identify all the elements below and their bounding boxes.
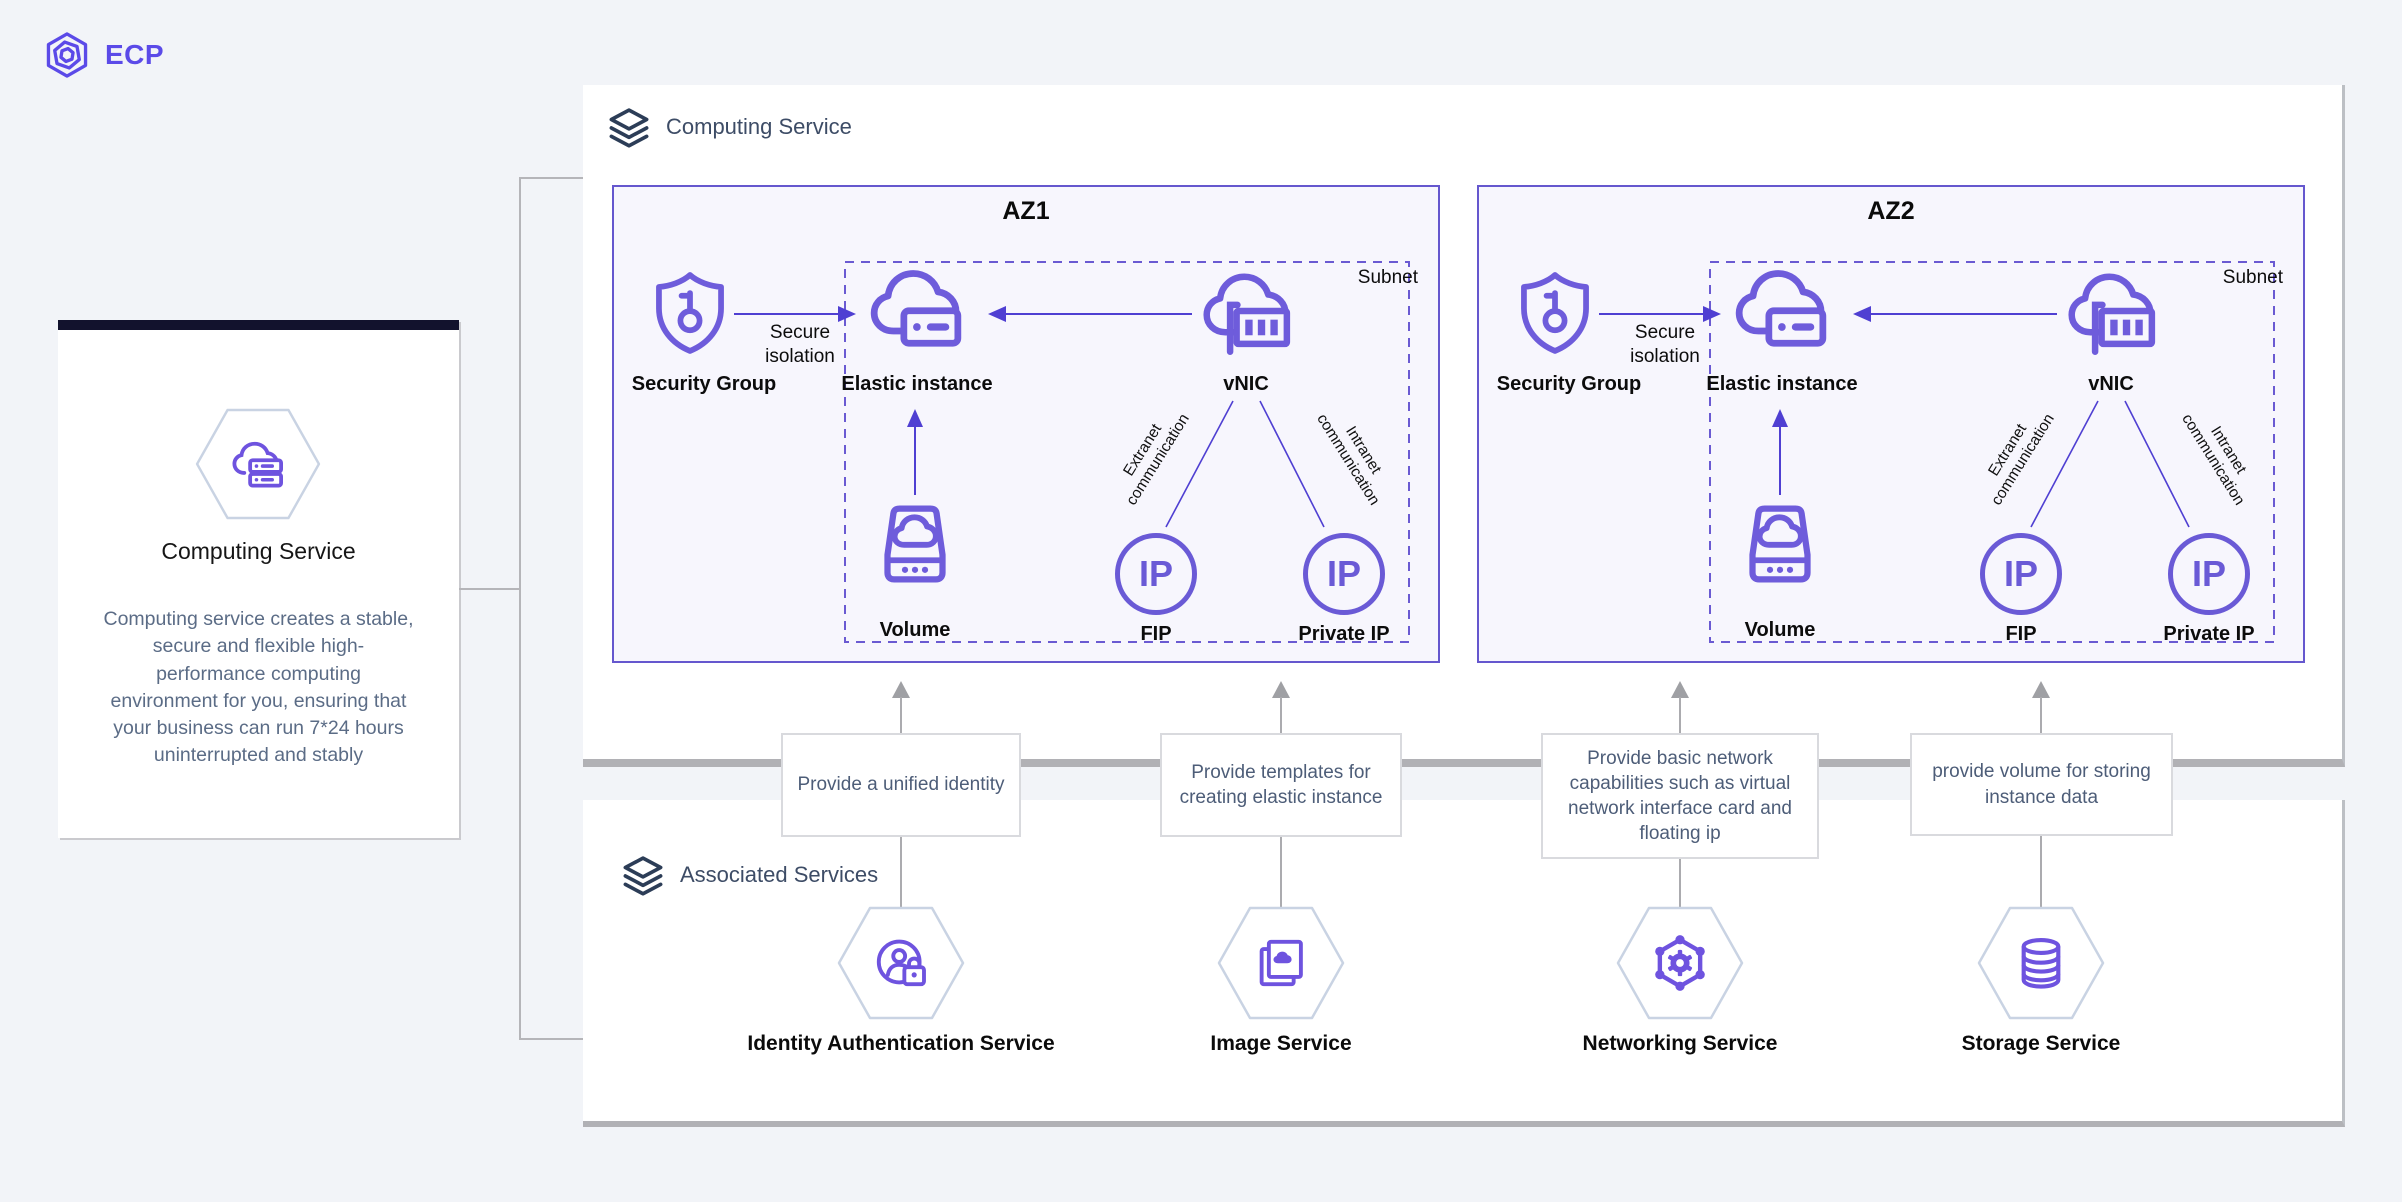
callout-volume-storage: provide volume for storing instance data xyxy=(1910,733,2173,836)
associated-section-title: Associated Services xyxy=(680,862,878,888)
volume-label: Volume xyxy=(1690,619,1870,642)
private-ip-text: IP xyxy=(1327,553,1361,595)
vnic-icon xyxy=(2072,277,2152,352)
bracket-top-stub xyxy=(519,177,584,179)
private-ip-label: Private IP xyxy=(1254,623,1434,646)
connector-line xyxy=(2040,836,2042,908)
arrowhead-right xyxy=(838,306,856,322)
brand-name: ECP xyxy=(105,39,164,71)
connector-line xyxy=(900,697,902,733)
up-arrowhead xyxy=(2032,681,2050,698)
networking-service-label: Networking Service xyxy=(1510,1032,1850,1056)
brand-logo: ECP xyxy=(42,30,164,80)
security-group-label: Security Group xyxy=(614,373,794,396)
up-arrowhead xyxy=(1671,681,1689,698)
security-group-icon xyxy=(659,275,721,351)
callout-image-templates: Provide templates for creating elastic i… xyxy=(1160,733,1402,837)
arrowhead-left xyxy=(1853,306,1871,322)
fip-ip-badge: IP xyxy=(1115,533,1197,615)
fip-label: FIP xyxy=(1941,623,2101,646)
service-networking: Networking Service xyxy=(1510,906,1850,1056)
elastic-instance-label: Elastic instance xyxy=(807,373,1027,396)
architecture-diagram: ECP Computing Service Computing service … xyxy=(0,0,2402,1202)
bracket-vertical-line xyxy=(519,177,521,1040)
identity-service-hexagon xyxy=(837,906,965,1020)
layers-icon xyxy=(606,104,652,150)
connector-line xyxy=(1679,859,1681,908)
image-service-hexagon xyxy=(1217,906,1345,1020)
private-ip-badge: IP xyxy=(2168,533,2250,615)
volume-icon xyxy=(888,509,943,580)
card-connector-line xyxy=(459,588,519,590)
vnic-label: vNIC xyxy=(2011,373,2211,396)
computing-service-hexagon xyxy=(195,408,321,520)
fip-ip-text: IP xyxy=(2004,553,2038,595)
networking-service-hexagon xyxy=(1616,906,1744,1020)
card-title: Computing Service xyxy=(58,538,459,565)
vnic-label: vNIC xyxy=(1146,373,1346,396)
az2-box: AZ2 Subnet Secure isolation Security Gro… xyxy=(1477,185,2305,663)
hex-spiral-logo-icon xyxy=(42,30,92,80)
fip-ip-text: IP xyxy=(1139,553,1173,595)
fip-ip-badge: IP xyxy=(1980,533,2062,615)
up-arrowhead xyxy=(892,681,910,698)
card-description: Computing service creates a stable, secu… xyxy=(100,606,417,770)
elastic-instance-icon xyxy=(874,273,958,343)
elastic-instance-icon xyxy=(1739,273,1823,343)
bracket-bottom-stub xyxy=(519,1038,584,1040)
elastic-instance-label: Elastic instance xyxy=(1672,373,1892,396)
up-arrowhead xyxy=(1272,681,1290,698)
arrowhead-left xyxy=(988,306,1006,322)
callout-network-capabilities: Provide basic network capabilities such … xyxy=(1541,733,1819,859)
identity-service-label: Identity Authentication Service xyxy=(731,1032,1071,1056)
volume-icon xyxy=(1753,509,1808,580)
subnet-label: Subnet xyxy=(1308,266,1418,290)
service-identity-authentication: Identity Authentication Service xyxy=(731,906,1071,1056)
security-group-icon xyxy=(1524,275,1586,351)
associated-section-header: Associated Services xyxy=(620,852,878,898)
storage-service-label: Storage Service xyxy=(1871,1032,2211,1056)
computing-service-card: Computing Service Computing service crea… xyxy=(58,320,459,838)
computing-section-header: Computing Service xyxy=(606,104,852,150)
image-service-label: Image Service xyxy=(1111,1032,1451,1056)
secure-isolation-label: Secure isolation xyxy=(742,321,858,369)
volume-label: Volume xyxy=(825,619,1005,642)
service-storage: Storage Service xyxy=(1871,906,2211,1056)
storage-service-hexagon xyxy=(1977,906,2105,1020)
private-ip-badge: IP xyxy=(1303,533,1385,615)
subnet-label: Subnet xyxy=(2173,266,2283,290)
connector-line xyxy=(1280,697,1282,733)
arrowhead-up xyxy=(1772,409,1788,427)
private-ip-label: Private IP xyxy=(2119,623,2299,646)
callout-unified-identity: Provide a unified identity xyxy=(781,733,1021,837)
connector-line xyxy=(1679,697,1681,733)
connector-line xyxy=(1280,837,1282,908)
computing-section-title: Computing Service xyxy=(666,114,852,140)
az1-box: AZ1 Subnet Secure isolation Security Gro… xyxy=(612,185,1440,663)
fip-label: FIP xyxy=(1076,623,1236,646)
connector-line xyxy=(2040,697,2042,733)
connector-line xyxy=(900,837,902,908)
layers-icon xyxy=(620,852,666,898)
arrowhead-up xyxy=(907,409,923,427)
arrowhead-right xyxy=(1703,306,1721,322)
private-ip-text: IP xyxy=(2192,553,2226,595)
secure-isolation-label: Secure isolation xyxy=(1607,321,1723,369)
security-group-label: Security Group xyxy=(1479,373,1659,396)
service-image: Image Service xyxy=(1111,906,1451,1056)
vnic-icon xyxy=(1207,277,1287,352)
